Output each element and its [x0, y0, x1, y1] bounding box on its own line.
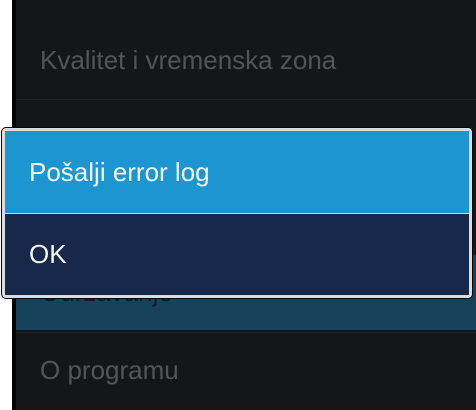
ok-button[interactable]: OK [5, 214, 469, 295]
send-error-log-button[interactable]: Pošalji error log [5, 131, 469, 213]
options-dialog: Pošalji error log OK [2, 128, 472, 298]
send-error-log-label: Pošalji error log [29, 156, 210, 187]
ok-label: OK [29, 239, 67, 269]
